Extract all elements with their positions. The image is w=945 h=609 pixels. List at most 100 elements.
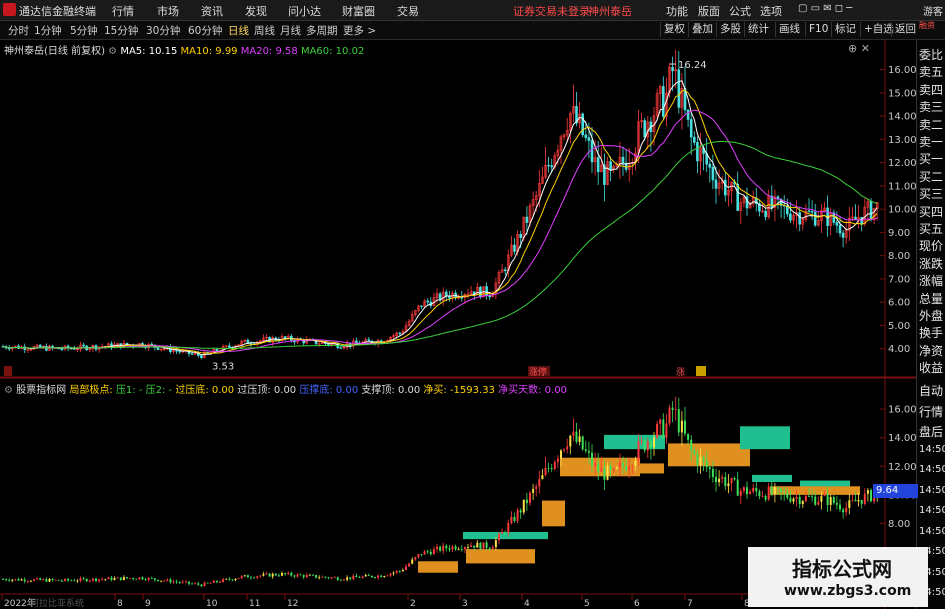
sub-candle-body	[76, 580, 79, 582]
sub-candle-body	[153, 578, 156, 580]
sub-candle-body	[374, 577, 376, 578]
sub-candle-body	[736, 479, 739, 496]
period-tab-30min[interactable]: 30分钟	[146, 23, 180, 38]
sub-candle-body	[85, 578, 88, 582]
menu-formula[interactable]: 公式	[729, 3, 751, 19]
sub-candle-body	[225, 578, 228, 580]
button-adjust[interactable]: 复权	[660, 22, 688, 37]
period-tab-multi[interactable]: 多周期	[306, 23, 338, 38]
menu-item-wealth[interactable]: 财富圈	[342, 3, 375, 19]
period-tab-intraday[interactable]: 分时	[8, 23, 29, 38]
sub-candle-body	[572, 431, 575, 436]
sub-candle-body	[51, 579, 54, 581]
sub-candle-body	[615, 467, 618, 469]
menu-item-news[interactable]: 资讯	[201, 3, 223, 19]
sub-candle-body	[284, 573, 287, 575]
sub-candle-body	[240, 576, 243, 579]
sub-candle-body	[631, 466, 634, 467]
sub-candle-body	[166, 579, 169, 581]
sub-candle-body	[659, 419, 662, 424]
button-draw[interactable]: 画线	[775, 22, 803, 37]
sub-candle-body	[758, 491, 761, 497]
moving-average-lines	[2, 80, 878, 356]
sub-candle-body	[197, 583, 200, 585]
side-field-label: 买三	[919, 187, 944, 202]
sub-candle-body	[622, 462, 624, 467]
sub-candle-body	[126, 577, 128, 579]
sub-candle-body	[367, 575, 370, 576]
sub-candle-body	[256, 576, 259, 578]
side-field-label: 卖三	[919, 100, 944, 115]
guest-label[interactable]: 游客	[923, 3, 943, 18]
menu-item-trade[interactable]: 交易	[397, 3, 419, 19]
period-tab-1min[interactable]: 1分钟	[34, 23, 62, 38]
sub-candle-body	[832, 497, 835, 503]
ma5-line	[2, 80, 878, 356]
sub-candle-body	[169, 579, 172, 583]
button-f10[interactable]: F10	[805, 22, 831, 37]
period-tab-monthly[interactable]: 月线	[280, 23, 301, 38]
sub-candle-body	[442, 545, 445, 551]
window-controls-icon[interactable]: ▢ ▭ ✉ ◻ ─	[798, 3, 852, 14]
menu-item-quotes[interactable]: 行情	[112, 3, 134, 19]
menu-item-market[interactable]: 市场	[157, 3, 179, 19]
period-tab-15min[interactable]: 15分钟	[104, 23, 138, 38]
button-overlay[interactable]: 叠加	[688, 22, 716, 37]
period-tab-60min[interactable]: 60分钟	[188, 23, 222, 38]
menu-function[interactable]: 功能	[666, 3, 688, 19]
sub-candle-body	[411, 559, 414, 564]
axis-tick-label: 4.00	[888, 344, 910, 355]
ma20-line	[2, 109, 878, 353]
quote-side-panel: 融资 委比 卖五 卖四 卖三 卖二 卖一 买一 买二 买三 买四 买五 现价 涨跌 涨幅 总量 外盘 换手 净资收…	[916, 21, 945, 609]
margin-label: 融资	[919, 21, 935, 30]
button-stats[interactable]: 统计	[744, 22, 772, 37]
candle-body	[661, 86, 665, 117]
side-field-label: 总量	[919, 291, 944, 306]
sub-candle-body	[467, 546, 469, 548]
sub-candle-body	[730, 478, 733, 484]
sub-candle-body	[194, 583, 197, 585]
menu-options[interactable]: 选项	[760, 3, 782, 19]
button-back[interactable]: 返回	[891, 22, 919, 37]
button-multi-stock[interactable]: 多股	[716, 22, 744, 37]
sub-candle-body	[603, 467, 606, 480]
menu-layout[interactable]: 版面	[698, 3, 720, 19]
side-field-label: 外盘	[919, 309, 944, 323]
menu-item-discover[interactable]: 发现	[245, 3, 267, 19]
period-tab-more[interactable]: 更多 >	[343, 23, 376, 38]
sub-candle-body	[485, 542, 488, 548]
axis-tick-label: 14.00	[888, 112, 916, 123]
sub-candle-body	[470, 545, 473, 547]
sub-candle-body	[857, 499, 860, 502]
sub-candle-body	[318, 577, 321, 579]
sub-candle-body	[724, 477, 727, 487]
sub-candle-body	[581, 436, 584, 450]
period-tab-weekly[interactable]: 周线	[254, 23, 275, 38]
sub-candle-body	[749, 491, 752, 495]
side-field-label: 卖一	[919, 135, 944, 149]
login-warning[interactable]: 证券交易未登录	[513, 3, 590, 19]
sub-candle-body	[54, 579, 57, 581]
candle-body	[60, 348, 64, 350]
sub-candle-body	[287, 572, 290, 575]
sub-candle-body	[755, 487, 758, 492]
button-mark[interactable]: 标记	[831, 22, 859, 37]
sub-candle-body	[401, 569, 404, 572]
kline-chart[interactable]: 16.00 15.00 14.00 13.00 12.00 11.00 10.00 9.00 8…	[0, 40, 916, 609]
menu-item-ask[interactable]: 问小达	[288, 3, 321, 19]
sub-candle-body	[801, 501, 804, 505]
sub-candles	[2, 396, 879, 587]
sub-candle-body	[839, 504, 841, 510]
period-tab-daily[interactable]: 日线	[228, 23, 249, 38]
sub-candle-body	[231, 579, 234, 581]
side-field-label: 行情	[919, 404, 944, 419]
sub-candle-body	[73, 580, 76, 582]
sub-candle-body	[507, 523, 510, 533]
period-toolbar: 分时 1分钟 5分钟 15分钟 30分钟 60分钟 日线 周线 月线 多周期 更…	[0, 21, 945, 40]
sub-candle-body	[308, 574, 311, 576]
sub-candle-body	[513, 516, 516, 521]
period-tab-5min[interactable]: 5分钟	[70, 23, 98, 38]
sub-candle-body	[281, 573, 283, 576]
sub-candle-body	[752, 487, 755, 492]
sub-candle-body	[389, 573, 392, 576]
